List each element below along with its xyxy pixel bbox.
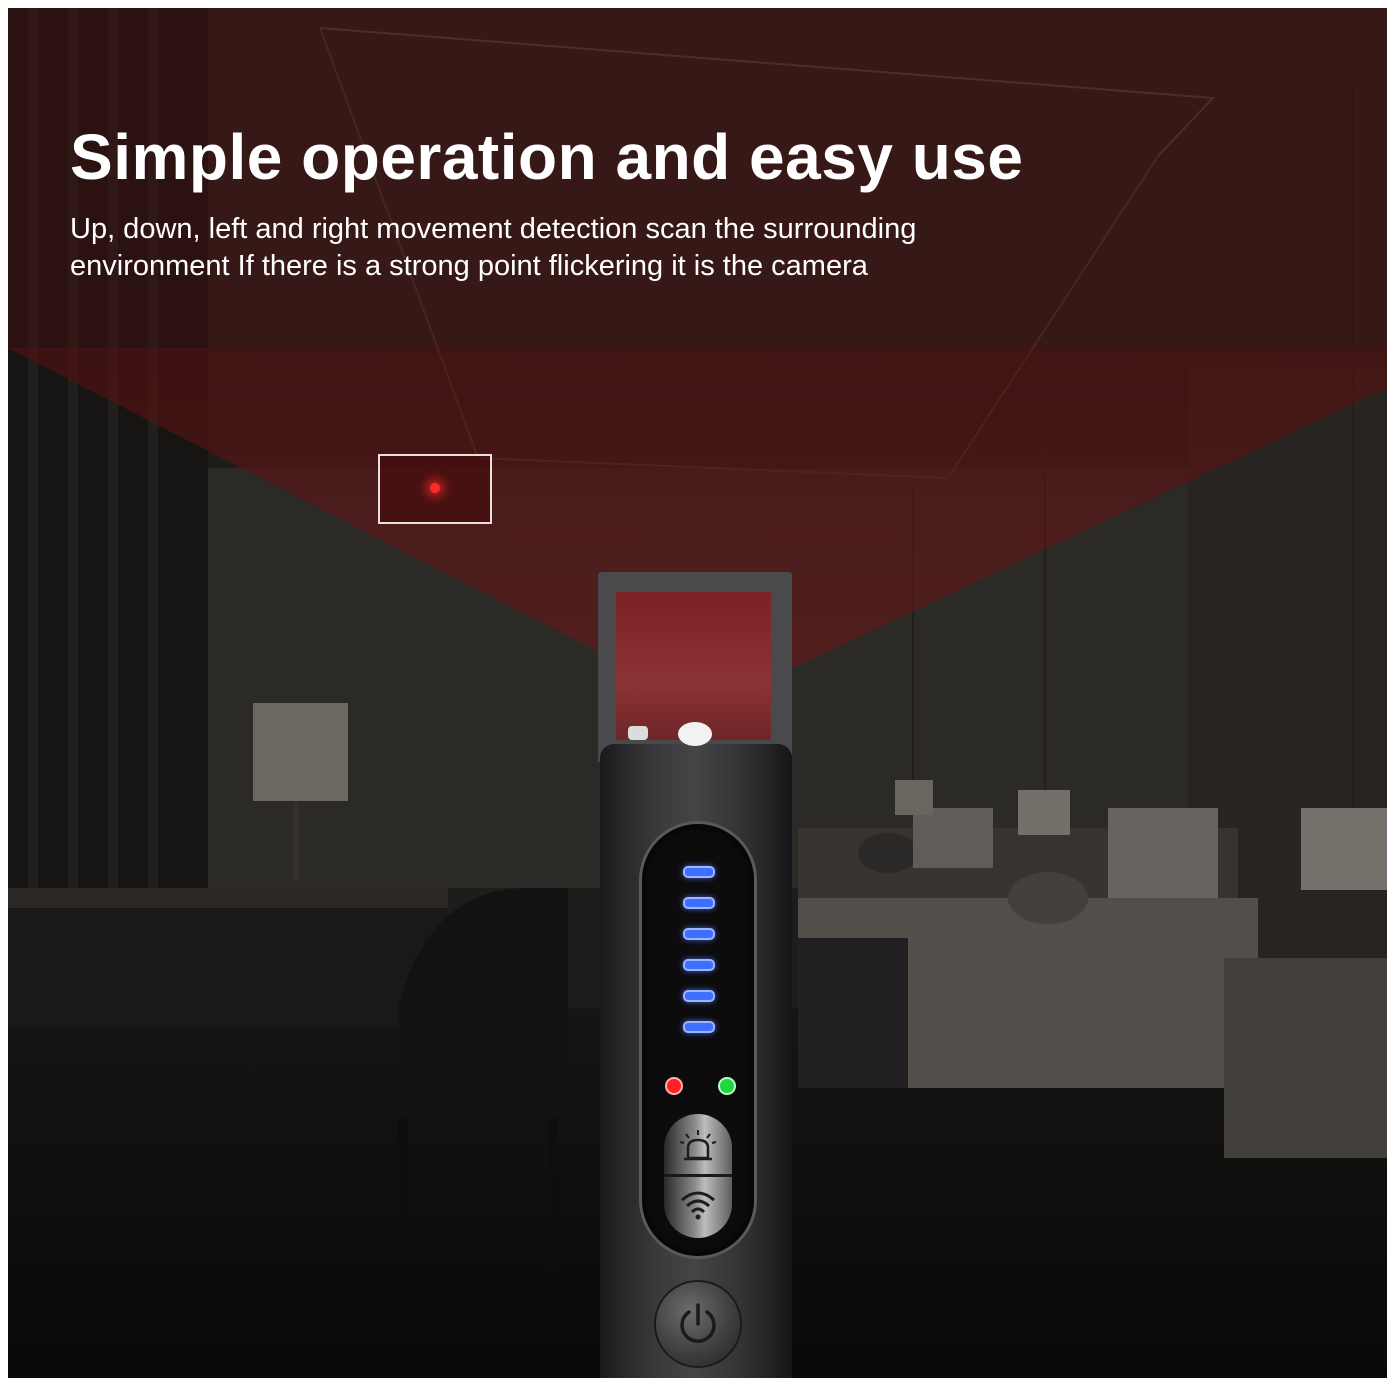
rocker-divider: [664, 1174, 732, 1177]
indicator-panel: [642, 824, 754, 1256]
detected-camera-highlight: [378, 454, 492, 524]
status-light-green: [718, 1077, 736, 1095]
signal-led: [683, 897, 715, 909]
wifi-signal-icon: [681, 1191, 715, 1220]
power-icon: [680, 1303, 716, 1343]
product-image: Simple operation and easy use Up, down, …: [0, 0, 1395, 1384]
description-line-2: environment If there is a strong point f…: [70, 250, 868, 282]
detector-device: [600, 722, 792, 1378]
sensor-lens: [628, 726, 648, 740]
signal-led: [683, 959, 715, 971]
alarm-icon: [679, 1130, 717, 1161]
mode-rocker-button[interactable]: [664, 1114, 732, 1238]
signal-led: [683, 866, 715, 878]
bedroom-scene: Simple operation and easy use Up, down, …: [8, 8, 1387, 1378]
signal-led: [683, 928, 715, 940]
infrared-lens-window: [616, 592, 771, 740]
description-line-1: Up, down, left and right movement detect…: [70, 213, 917, 245]
infrared-led: [678, 722, 712, 746]
headline: Simple operation and easy use: [70, 121, 1024, 193]
power-button[interactable]: [656, 1282, 740, 1366]
detected-camera-dot: [430, 483, 440, 493]
signal-led: [683, 990, 715, 1002]
signal-led: [683, 1021, 715, 1033]
status-light-red: [665, 1077, 683, 1095]
